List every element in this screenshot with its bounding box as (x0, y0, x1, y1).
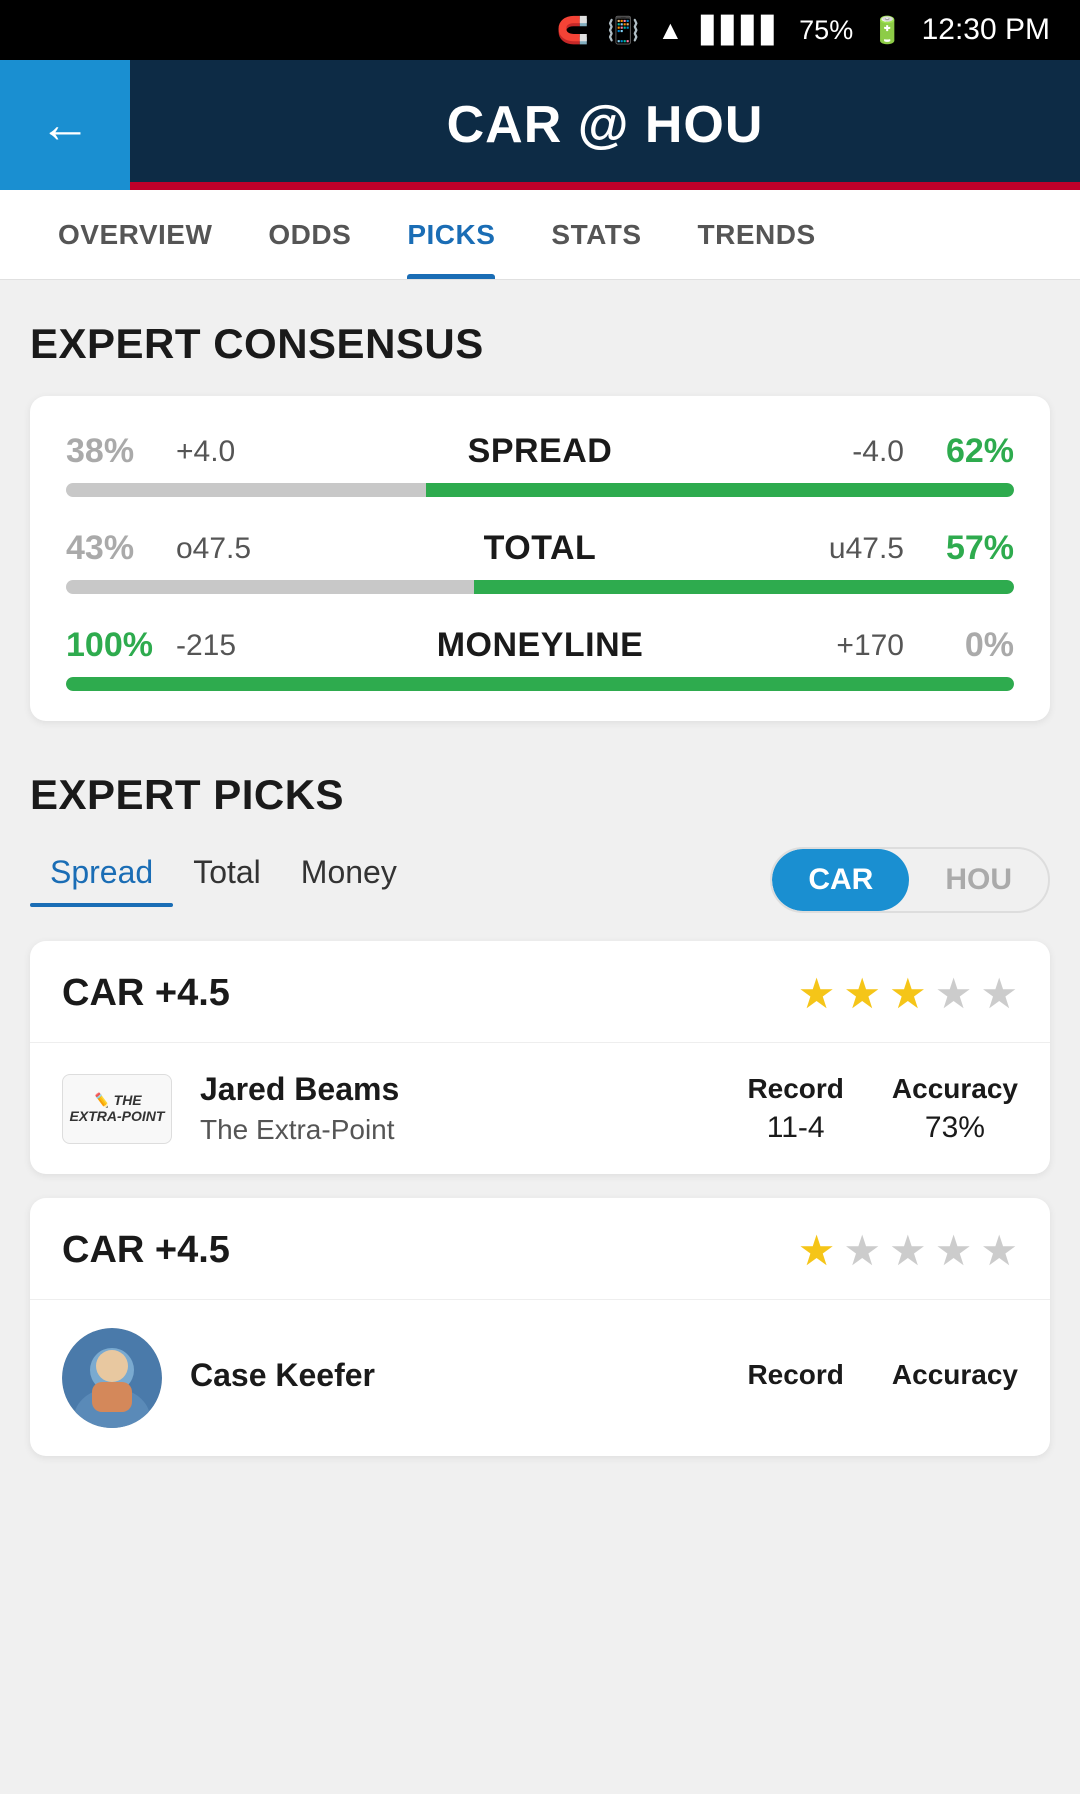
tab-trends[interactable]: TRENDS (670, 190, 844, 279)
accuracy-value-1: 73% (892, 1111, 1018, 1145)
spread-label: SPREAD (296, 432, 784, 471)
header: ← CAR @ HOU (0, 60, 1080, 190)
spread-value-right: -4.0 (784, 435, 904, 469)
pick-2-title: CAR +4.5 (62, 1229, 230, 1272)
vibrate-icon: 📳 (607, 15, 639, 46)
moneyline-value-right: +170 (784, 629, 904, 663)
consensus-spread-row: 38% +4.0 SPREAD -4.0 62% (66, 432, 1014, 497)
expert-1-logo: ✏️ THEEXTRA-POINT (62, 1074, 172, 1144)
team-toggle-car[interactable]: CAR (772, 849, 909, 911)
pick-card-1-header: CAR +4.5 ★ ★ ★ ★ ★ (30, 941, 1050, 1043)
total-value-left: o47.5 (176, 532, 296, 566)
star-p2-3: ★ (889, 1226, 927, 1275)
consensus-moneyline-row: 100% -215 MONEYLINE +170 0% (66, 626, 1014, 691)
expert-2-info: Case Keefer (190, 1357, 719, 1400)
moneyline-pct-left: 100% (66, 626, 176, 665)
spread-pct-left: 38% (66, 432, 176, 471)
expert-2-name: Case Keefer (190, 1357, 719, 1394)
match-title: CAR @ HOU (447, 95, 764, 155)
moneyline-progress-bar (66, 677, 1014, 691)
pick-card-2-header: CAR +4.5 ★ ★ ★ ★ ★ (30, 1198, 1050, 1300)
expert-1-info: Jared Beams The Extra-Point (200, 1071, 719, 1146)
record-label-1: Record (747, 1073, 843, 1105)
total-label: TOTAL (296, 529, 784, 568)
expert-2-avatar (62, 1328, 162, 1428)
team-toggle-hou[interactable]: HOU (909, 849, 1048, 911)
filter-money[interactable]: Money (281, 854, 417, 907)
pick-card-2-body: Case Keefer Record Accuracy (30, 1300, 1050, 1456)
star-p2-2: ★ (843, 1226, 881, 1275)
team-toggle: CAR HOU (770, 847, 1050, 913)
moneyline-pct-right: 0% (904, 626, 1014, 665)
spread-progress-bar (66, 483, 1014, 497)
total-pct-right: 57% (904, 529, 1014, 568)
expert-1-stats: Record 11-4 Accuracy 73% (747, 1073, 1018, 1145)
star-3: ★ (889, 969, 927, 1018)
expert-1-accuracy: Accuracy 73% (892, 1073, 1018, 1145)
bluetooth-icon: 🧲 (557, 15, 589, 46)
filter-total[interactable]: Total (173, 854, 281, 907)
expert-1-outlet: The Extra-Point (200, 1114, 719, 1146)
total-value-right: u47.5 (784, 532, 904, 566)
status-bar: 🧲 📳 ▲ ▋▋▋▋ 75% 🔋 12:30 PM (0, 0, 1080, 60)
tab-picks[interactable]: PICKS (379, 190, 523, 279)
spread-pct-right: 62% (904, 432, 1014, 471)
wifi-icon: ▲ (657, 15, 683, 46)
moneyline-label: MONEYLINE (296, 626, 784, 665)
pick-1-title: CAR +4.5 (62, 972, 230, 1015)
expert-2-record: Record (747, 1359, 843, 1397)
main-content: EXPERT CONSENSUS 38% +4.0 SPREAD -4.0 62… (0, 280, 1080, 1520)
expert-picks-title: EXPERT PICKS (30, 771, 1050, 819)
expert-2-stats: Record Accuracy (747, 1359, 1018, 1397)
filters-row: Spread Total Money CAR HOU (30, 847, 1050, 913)
nav-tabs: OVERVIEW ODDS PICKS STATS TRENDS (0, 190, 1080, 280)
battery-icon: 🔋 (871, 15, 903, 46)
filter-spread[interactable]: Spread (30, 854, 173, 907)
filter-tabs: Spread Total Money (30, 854, 417, 907)
signal-icon: ▋▋▋▋ (701, 15, 781, 46)
star-p2-1: ★ (798, 1226, 836, 1275)
star-4: ★ (935, 969, 973, 1018)
expert-1-name: Jared Beams (200, 1071, 719, 1108)
expert-1-record: Record 11-4 (747, 1073, 843, 1145)
star-p2-4: ★ (935, 1226, 973, 1275)
expert-consensus-card: 38% +4.0 SPREAD -4.0 62% 43% o47.5 TOTAL… (30, 396, 1050, 721)
tab-overview[interactable]: OVERVIEW (30, 190, 240, 279)
star-5: ★ (980, 969, 1018, 1018)
expert-consensus-title: EXPERT CONSENSUS (30, 320, 1050, 368)
accuracy-label-1: Accuracy (892, 1073, 1018, 1105)
pick-card-1: CAR +4.5 ★ ★ ★ ★ ★ ✏️ THEEXTRA-POINT Jar… (30, 941, 1050, 1174)
moneyline-value-left: -215 (176, 629, 296, 663)
back-button[interactable]: ← (0, 60, 130, 190)
record-label-2: Record (747, 1359, 843, 1391)
star-1: ★ (798, 969, 836, 1018)
tab-stats[interactable]: STATS (523, 190, 669, 279)
time-display: 12:30 PM (922, 13, 1050, 47)
pick-card-1-body: ✏️ THEEXTRA-POINT Jared Beams The Extra-… (30, 1043, 1050, 1174)
pick-2-stars: ★ ★ ★ ★ ★ (798, 1226, 1018, 1275)
header-title-area: CAR @ HOU (130, 60, 1080, 190)
expert-2-accuracy: Accuracy (892, 1359, 1018, 1397)
total-pct-left: 43% (66, 529, 176, 568)
tab-odds[interactable]: ODDS (240, 190, 379, 279)
record-value-1: 11-4 (747, 1111, 843, 1145)
spread-value-left: +4.0 (176, 435, 296, 469)
star-2: ★ (843, 969, 881, 1018)
battery-percent: 75% (799, 15, 853, 46)
total-progress-bar (66, 580, 1014, 594)
star-p2-5: ★ (980, 1226, 1018, 1275)
pick-1-stars: ★ ★ ★ ★ ★ (798, 969, 1018, 1018)
pick-card-2: CAR +4.5 ★ ★ ★ ★ ★ Case Keefer (30, 1198, 1050, 1456)
accuracy-label-2: Accuracy (892, 1359, 1018, 1391)
back-arrow-icon: ← (39, 95, 91, 155)
consensus-total-row: 43% o47.5 TOTAL u47.5 57% (66, 529, 1014, 594)
